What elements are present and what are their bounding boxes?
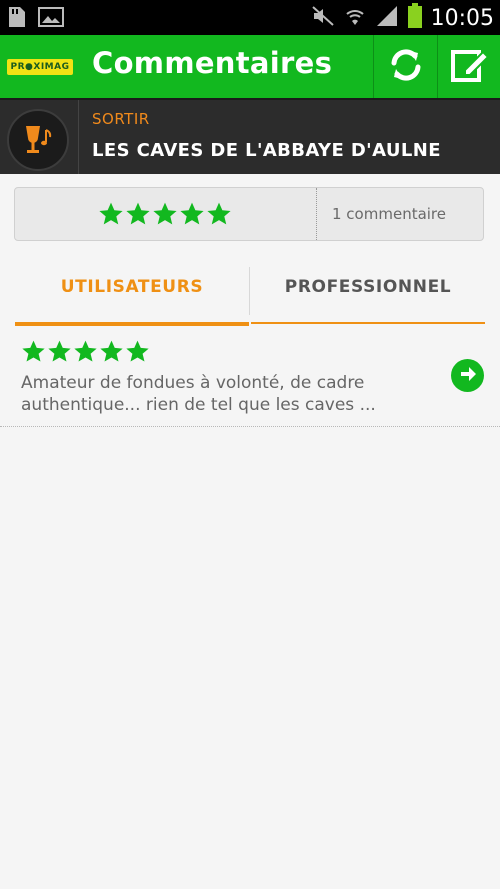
venue-name: LES CAVES DE L'ABBAYE D'AULNE: [92, 140, 441, 161]
star-icon: [125, 339, 150, 368]
app-logo[interactable]: PR●XIMAG: [7, 59, 73, 75]
star-icon: [47, 339, 72, 368]
compose-button[interactable]: [437, 35, 500, 98]
star-icon: [206, 201, 232, 231]
battery-icon: [407, 3, 423, 33]
sd-card-icon: [6, 5, 28, 33]
list-item[interactable]: Amateur de fondues à volonté, de cadre a…: [0, 336, 500, 427]
venue-icon-container: [0, 100, 79, 174]
comment-count: 1 commentaire: [332, 205, 447, 223]
tab-utilisateurs[interactable]: UTILISATEURS: [15, 265, 249, 326]
tab-separator: [249, 267, 250, 315]
status-bar: 10:05: [0, 0, 500, 35]
star-icon: [125, 201, 151, 231]
venue-category: SORTIR: [92, 110, 150, 128]
star-icon: [179, 201, 205, 231]
compose-icon: [449, 44, 491, 90]
action-bar: PR●XIMAG Commentaires: [0, 35, 500, 98]
wine-glass-music-icon: [7, 109, 69, 171]
tab-professionnel[interactable]: PROFESSIONNEL: [251, 265, 485, 324]
star-icon: [152, 201, 178, 231]
wifi-icon: [343, 4, 367, 32]
star-icon: [73, 339, 98, 368]
comment-rating-stars: [21, 339, 150, 368]
signal-icon: [375, 4, 399, 32]
mute-icon: [311, 4, 335, 32]
summary-divider: [316, 188, 317, 240]
clock: 10:05: [430, 5, 494, 31]
refresh-icon: [386, 45, 426, 89]
comment-text: Amateur de fondues à volonté, de cadre a…: [21, 373, 376, 415]
open-comment-button[interactable]: [451, 359, 484, 392]
refresh-button[interactable]: [373, 35, 437, 98]
summary-rating-stars: [98, 201, 232, 231]
comment-tabs: UTILISATEURS PROFESSIONNEL: [15, 265, 485, 326]
venue-header: SORTIR LES CAVES DE L'ABBAYE D'AULNE: [0, 98, 500, 174]
rating-summary: 1 commentaire: [14, 187, 484, 241]
arrow-right-icon: [458, 364, 478, 388]
star-icon: [98, 201, 124, 231]
image-icon: [38, 5, 64, 33]
page-title: Commentaires: [92, 46, 333, 80]
star-icon: [21, 339, 46, 368]
star-icon: [99, 339, 124, 368]
